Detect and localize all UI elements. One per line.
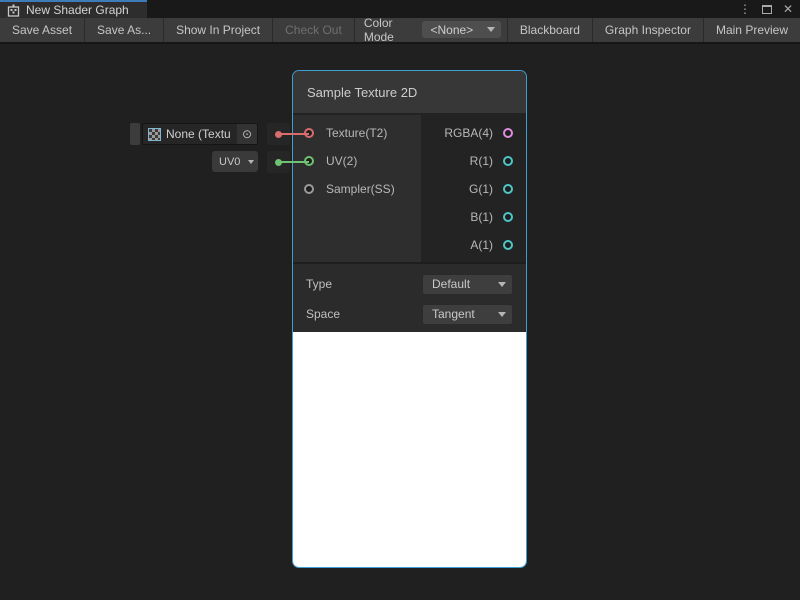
tab-title: New Shader Graph: [26, 3, 129, 17]
type-value: Default: [432, 277, 470, 291]
node-controls: Type Default Space Tangent: [293, 262, 526, 332]
port-label: RGBA(4): [444, 126, 493, 140]
port-row-b: B(1): [421, 203, 526, 231]
main-preview-toggle-button[interactable]: Main Preview: [703, 18, 800, 42]
chevron-down-icon: [487, 27, 495, 32]
tab-new-shader-graph[interactable]: New Shader Graph: [0, 0, 147, 18]
shader-graph-asset-icon: [7, 4, 20, 17]
port-row-uv: UV(2): [293, 147, 421, 175]
window-controls: ⋮ ✕: [739, 0, 793, 18]
port-label: Sampler(SS): [326, 182, 395, 196]
texture-wire: [281, 133, 309, 135]
graph-inspector-toggle-button[interactable]: Graph Inspector: [592, 18, 703, 42]
node-title[interactable]: Sample Texture 2D: [293, 71, 526, 115]
port-label: R(1): [470, 154, 493, 168]
port-label: Texture(T2): [326, 126, 387, 140]
port-row-sampler: Sampler(SS): [293, 175, 421, 203]
space-dropdown[interactable]: Tangent: [422, 304, 513, 325]
toolbar-right-group: Color Mode <None> Blackboard Graph Inspe…: [355, 18, 800, 42]
space-label: Space: [306, 307, 340, 321]
input-port-sampler[interactable]: [304, 184, 314, 194]
more-menu-icon[interactable]: ⋮: [739, 3, 751, 15]
output-port-g[interactable]: [503, 184, 513, 194]
output-port-rgba[interactable]: [503, 128, 513, 138]
port-label: G(1): [469, 182, 493, 196]
input-ports-column: Texture(T2) UV(2) Sampler(SS): [293, 115, 421, 262]
object-picker-icon[interactable]: ⊙: [237, 124, 257, 144]
save-asset-button[interactable]: Save Asset: [0, 18, 85, 42]
type-dropdown[interactable]: Default: [422, 274, 513, 295]
port-row-g: G(1): [421, 175, 526, 203]
uv-wire: [281, 161, 309, 163]
texture-object-field[interactable]: None (Textu ⊙: [142, 123, 258, 145]
space-value: Tangent: [432, 307, 475, 321]
color-mode-value: <None>: [430, 23, 473, 37]
color-mode-dropdown[interactable]: <None>: [422, 21, 500, 38]
uv-channel-value: UV0: [219, 156, 240, 168]
color-mode-label: Color Mode: [355, 18, 423, 42]
graph-canvas[interactable]: Sample Texture 2D Texture(T2) UV(2) Samp…: [0, 44, 800, 600]
output-port-r[interactable]: [503, 156, 513, 166]
chevron-down-icon: [498, 282, 506, 287]
port-label: UV(2): [326, 154, 357, 168]
maximize-icon[interactable]: [762, 5, 772, 14]
show-in-project-button[interactable]: Show In Project: [164, 18, 273, 42]
blackboard-toggle-button[interactable]: Blackboard: [507, 18, 592, 42]
node-ports: Texture(T2) UV(2) Sampler(SS) RGBA(4) R(…: [293, 115, 526, 262]
port-row-r: R(1): [421, 147, 526, 175]
port-row-rgba: RGBA(4): [421, 119, 526, 147]
port-label: B(1): [470, 210, 493, 224]
control-row-type: Type Default: [293, 269, 526, 299]
texture-field-value: None (Textu: [166, 127, 237, 141]
control-row-space: Space Tangent: [293, 299, 526, 329]
output-port-b[interactable]: [503, 212, 513, 222]
chevron-down-icon: [248, 160, 254, 164]
chevron-down-icon: [498, 312, 506, 317]
output-port-a[interactable]: [503, 240, 513, 250]
check-out-button: Check Out: [273, 18, 355, 42]
toolbar: Save Asset Save As... Show In Project Ch…: [0, 18, 800, 44]
node-sample-texture-2d[interactable]: Sample Texture 2D Texture(T2) UV(2) Samp…: [292, 70, 527, 568]
texture-checker-icon: [148, 128, 161, 141]
port-row-a: A(1): [421, 231, 526, 259]
uv-channel-dropdown[interactable]: UV0: [212, 151, 258, 172]
close-icon[interactable]: ✕: [783, 3, 793, 15]
save-as-button[interactable]: Save As...: [85, 18, 164, 42]
port-label: A(1): [470, 238, 493, 252]
type-label: Type: [306, 277, 332, 291]
port-row-texture: Texture(T2): [293, 119, 421, 147]
texture-field-cap: [130, 123, 140, 145]
node-preview: [293, 332, 526, 567]
output-ports-column: RGBA(4) R(1) G(1) B(1) A(1): [421, 115, 526, 262]
